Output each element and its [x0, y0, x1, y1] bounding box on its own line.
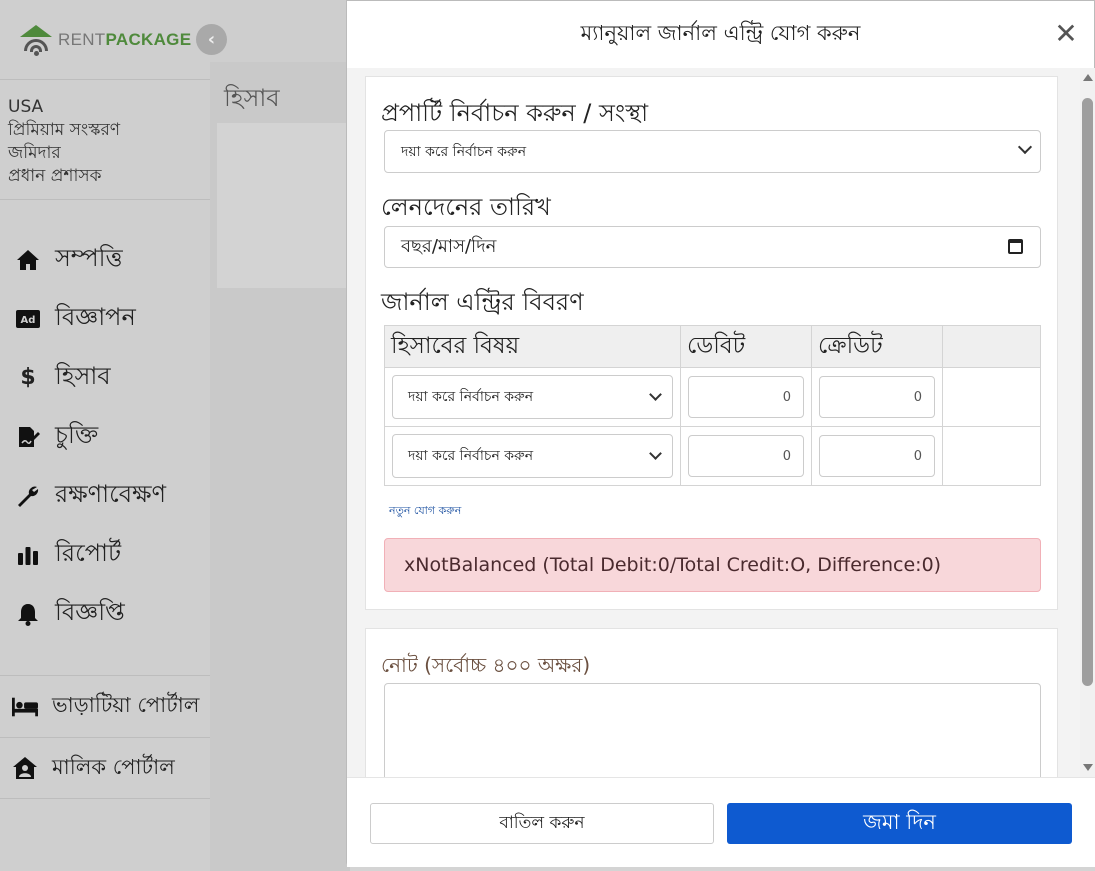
credit-input[interactable]: 0: [819, 435, 935, 477]
table-header-row: হিসাবের বিষয় ডেবিট ক্রেডিট: [384, 325, 1041, 368]
note-label: নোট (সর্বোচ্চ ৪০০ অক্ষর): [381, 653, 591, 677]
user-role: জমিদার: [8, 143, 61, 163]
ad-icon: Ad: [15, 306, 41, 332]
account-cell: দয়া করে নির্বাচন করুন: [384, 367, 681, 427]
chevron-down-icon: [649, 447, 662, 460]
modal-title: ম্যানুয়াল জার্নাল এন্ট্রি যোগ করুন: [580, 21, 861, 45]
contract-icon: [15, 424, 41, 450]
calendar-icon[interactable]: [1008, 239, 1023, 254]
account-select-value: দয়া করে নির্বাচন করুন: [408, 448, 534, 464]
sidebar-item-ads[interactable]: Ad বিজ্ঞাপন: [0, 289, 210, 348]
home-icon: [15, 247, 41, 273]
column-header-actions: [942, 325, 1041, 368]
account-cell: দয়া করে নির্বাচন করুন: [384, 426, 681, 486]
modal-scrollbar[interactable]: [1080, 68, 1095, 777]
column-header-credit: ক্রেডিট: [811, 325, 943, 368]
background-header: [210, 0, 350, 62]
table-row: দয়া করে নির্বাচন করুন 0 0: [384, 426, 1041, 486]
sidebar-item-label: রিপোর্ট: [55, 538, 122, 567]
sidebar-item-label: ভাড়াটিয়া পোর্টাল: [52, 693, 200, 717]
scroll-thumb[interactable]: [1082, 98, 1093, 686]
sidebar-item-contract[interactable]: চুক্তি: [0, 407, 210, 466]
user-info: USA প্রিমিয়াম সংস্করণ জমিদার প্রধান প্র…: [0, 80, 210, 200]
credit-cell: 0: [811, 426, 943, 486]
sidebar-item-accounts[interactable]: $ হিসাব: [0, 348, 210, 407]
date-placeholder: বছর/মাস/দিন: [401, 235, 497, 257]
account-select-value: দয়া করে নির্বাচন করুন: [408, 389, 534, 405]
account-select[interactable]: দয়া করে নির্বাচন করুন: [392, 375, 673, 419]
user-admin-role: প্রধান প্রশাসক: [8, 166, 102, 186]
brand-name: RENTPACKAGE: [58, 29, 192, 49]
sidebar-item-label: বিজ্ঞাপন: [55, 302, 136, 331]
close-icon: ✕: [1054, 17, 1078, 50]
sidebar-item-maintenance[interactable]: রক্ষণাবেক্ষণ: [0, 466, 210, 525]
date-label: লেনদেনের তারিখ: [381, 193, 551, 221]
modal-header: ম্যানুয়াল জার্নাল এন্ট্রি যোগ করুন ✕: [347, 1, 1094, 68]
add-new-row-link[interactable]: নতুন যোগ করুন: [389, 502, 461, 521]
sidebar-nav: সম্পত্তি Ad বিজ্ঞাপন $ হিসাব চুক্তি রক্ষ…: [0, 200, 210, 643]
debit-input[interactable]: 0: [688, 435, 804, 477]
logo[interactable]: RENTPACKAGE: [0, 0, 210, 80]
submit-button[interactable]: জমা দিন: [727, 803, 1072, 844]
action-cell: [942, 426, 1041, 486]
column-header-account: হিসাবের বিষয়: [384, 325, 681, 368]
debit-input[interactable]: 0: [688, 376, 804, 418]
bell-icon: [15, 601, 41, 627]
details-label: জার্নাল এন্ট্রির বিবরণ: [381, 288, 584, 316]
balance-alert: xNotBalanced (Total Debit:0/Total Credit…: [384, 538, 1041, 592]
sidebar-item-label: বিজ্ঞপ্তি: [55, 597, 125, 626]
user-country: USA: [8, 97, 44, 117]
background-page: হিসাব: [210, 0, 350, 871]
cancel-button[interactable]: বাতিল করুন: [370, 803, 714, 844]
debit-cell: 0: [680, 426, 812, 486]
sidebar: RENTPACKAGE USA প্রিমিয়াম সংস্করণ জমিদা…: [0, 0, 210, 871]
sidebar-portals: ভাড়াটিয়া পোর্টাল মালিক পোর্টাল: [0, 675, 210, 799]
chevron-left-icon: ‹: [207, 29, 216, 50]
scroll-up-arrow[interactable]: [1083, 74, 1093, 81]
sidebar-item-label: রক্ষণাবেক্ষণ: [55, 479, 167, 508]
bar-chart-icon: [15, 542, 41, 568]
svg-text:Ad: Ad: [21, 315, 36, 326]
property-label: প্রপার্টি নির্বাচন করুন / সংস্থা: [381, 99, 649, 127]
sidebar-collapse-button[interactable]: ‹: [196, 24, 227, 55]
sidebar-item-property[interactable]: সম্পত্তি: [0, 230, 210, 289]
table-row: দয়া করে নির্বাচন করুন 0 0: [384, 367, 1041, 427]
sidebar-item-tenant-portal[interactable]: ভাড়াটিয়া পোর্টাল: [0, 675, 210, 737]
sidebar-item-owner-portal[interactable]: মালিক পোর্টাল: [0, 737, 210, 799]
property-select[interactable]: দয়া করে নির্বাচন করুন: [384, 130, 1041, 173]
credit-cell: 0: [811, 367, 943, 427]
journal-form-card: প্রপার্টি নির্বাচন করুন / সংস্থা দয়া কর…: [365, 76, 1058, 610]
close-button[interactable]: ✕: [1054, 20, 1078, 48]
scroll-down-arrow[interactable]: [1083, 764, 1093, 771]
note-card: নোট (সর্বোচ্চ ৪০০ অক্ষর): [365, 628, 1058, 777]
journal-table: হিসাবের বিষয় ডেবিট ক্রেডিট দয়া করে নির…: [384, 325, 1041, 486]
house-user-icon: [12, 755, 38, 781]
account-select[interactable]: দয়া করে নির্বাচন করুন: [392, 434, 673, 478]
column-header-debit: ডেবিট: [680, 325, 812, 368]
debit-cell: 0: [680, 367, 812, 427]
sidebar-item-label: চুক্তি: [55, 420, 99, 449]
chevron-down-icon: [1017, 139, 1033, 155]
property-select-value: দয়া করে নির্বাচন করুন: [401, 143, 527, 160]
date-input[interactable]: বছর/মাস/দিন: [384, 226, 1041, 268]
action-cell: [942, 367, 1041, 427]
modal-body[interactable]: প্রপার্টি নির্বাচন করুন / সংস্থা দয়া কর…: [347, 68, 1095, 777]
chevron-down-icon: [649, 388, 662, 401]
user-plan: প্রিমিয়াম সংস্করণ: [8, 120, 121, 140]
journal-entry-modal: ম্যানুয়াল জার্নাল এন্ট্রি যোগ করুন ✕ প্…: [346, 0, 1095, 867]
bed-icon: [12, 694, 38, 720]
sidebar-item-label: মালিক পোর্টাল: [52, 754, 175, 779]
wifi-house-icon: [18, 23, 54, 57]
wrench-icon: [15, 483, 41, 509]
dollar-icon: $: [20, 365, 36, 390]
sidebar-item-label: সম্পত্তি: [55, 243, 123, 272]
credit-input[interactable]: 0: [819, 376, 935, 418]
note-textarea[interactable]: [384, 683, 1041, 777]
background-card: [217, 123, 350, 288]
modal-footer: বাতিল করুন জমা দিন: [347, 777, 1095, 867]
sidebar-item-notification[interactable]: বিজ্ঞপ্তি: [0, 584, 210, 643]
sidebar-item-label: হিসাব: [55, 361, 111, 390]
sidebar-item-report[interactable]: রিপোর্ট: [0, 525, 210, 584]
